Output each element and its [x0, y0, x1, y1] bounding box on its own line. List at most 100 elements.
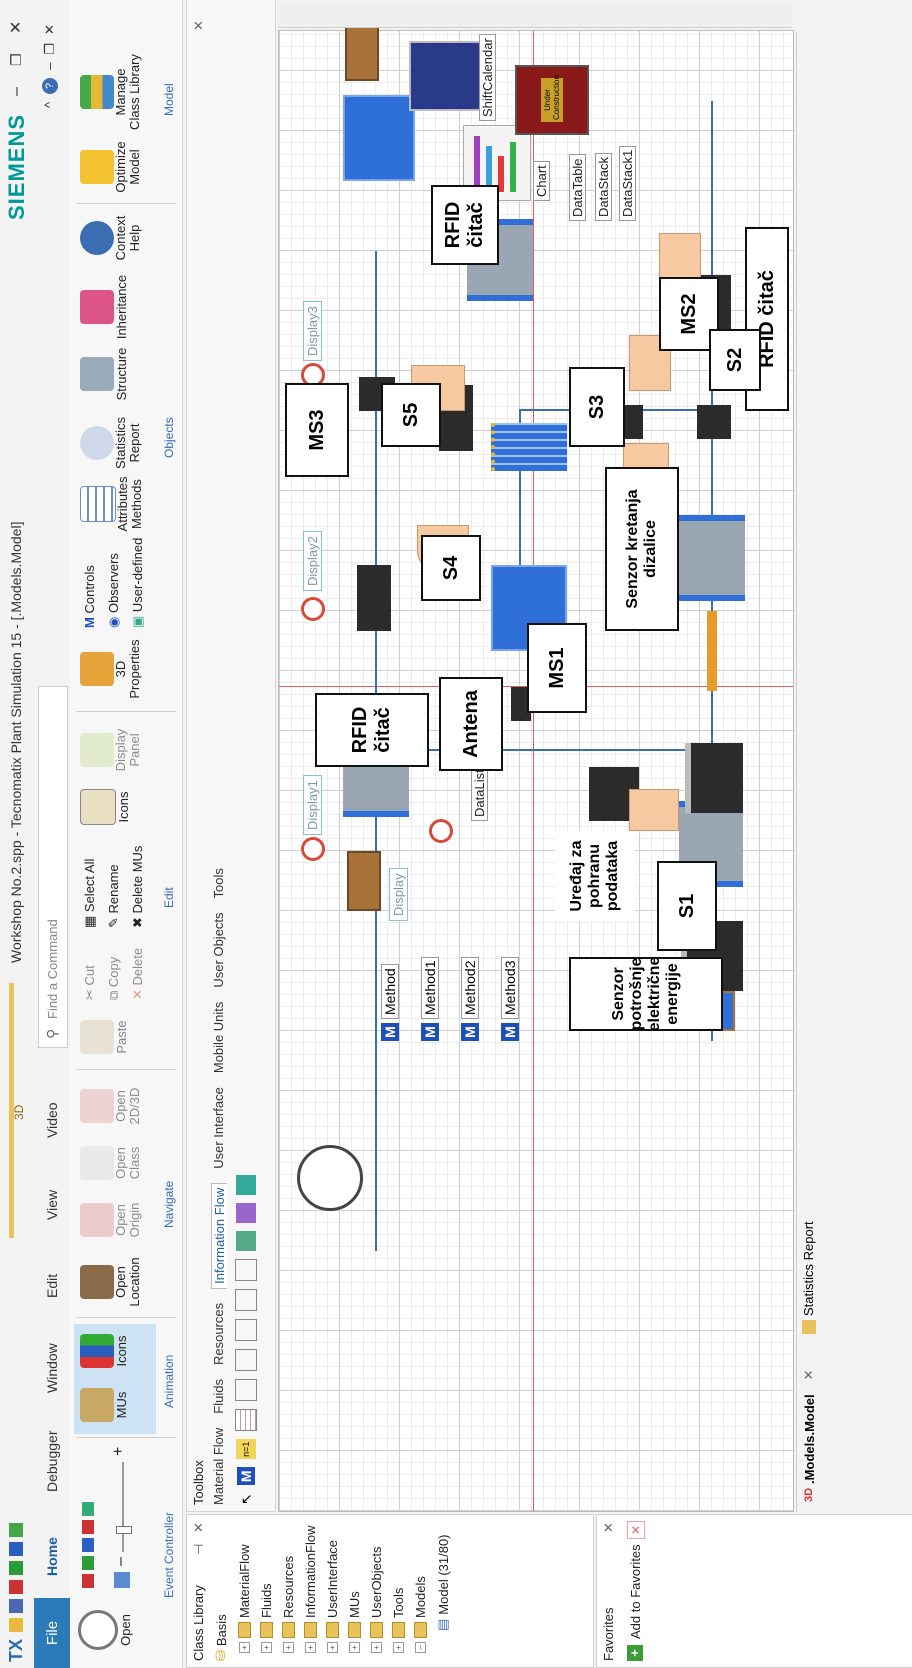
speed-slider[interactable] [122, 1462, 124, 1552]
cut-button[interactable]: ✂ Cut [82, 965, 98, 1000]
reset-icon[interactable] [9, 1580, 23, 1594]
restore-button[interactable]: ❐ [8, 53, 25, 66]
method1-object[interactable]: M Method1 [421, 956, 439, 1041]
class-library-pin-icon[interactable]: ⊣ [191, 1544, 207, 1555]
toolbox-tab-material-flow[interactable]: Material Flow [211, 1428, 227, 1505]
context-help-button[interactable]: Context Help [80, 210, 142, 266]
variable-tool-icon[interactable]: n=1 [236, 1439, 256, 1460]
help-icon[interactable]: ? [42, 77, 58, 94]
open-location-button[interactable]: Open Location [80, 1252, 142, 1312]
display-panel-button[interactable]: Display Panel [80, 722, 142, 778]
toolbox-tab-user-interface[interactable]: User Interface [211, 1087, 227, 1169]
tree-item-fluids[interactable]: + Fluids [259, 1583, 274, 1653]
gantry-object[interactable] [491, 423, 567, 471]
toolbox-tab-tools[interactable]: Tools [211, 868, 227, 898]
rename-button[interactable]: ✎ Rename [106, 864, 122, 928]
close-button[interactable]: ✕ [6, 21, 26, 34]
tree-item-basis[interactable]: ⛁ Basis [213, 1614, 229, 1661]
stop-sim-icon[interactable] [82, 1520, 94, 1534]
queue-tool-icon[interactable] [235, 1349, 257, 1372]
icons-edit-button[interactable]: Icons [80, 782, 131, 832]
method2-object[interactable]: M Method2 [461, 956, 479, 1041]
expand-icon[interactable]: + [393, 1642, 404, 1653]
method3-object[interactable]: M Method3 [501, 956, 519, 1041]
expand-icon[interactable]: + [239, 1642, 250, 1653]
method-object[interactable]: M Method [381, 964, 399, 1041]
favorites-close-button[interactable]: ✕ [601, 1522, 617, 1533]
minimize-button[interactable]: – [8, 87, 26, 96]
speed-minus-button[interactable]: – [112, 1557, 130, 1566]
collapse-ribbon-icon[interactable]: ^ [42, 102, 58, 108]
start-icon[interactable] [9, 1561, 23, 1575]
run-icon[interactable] [9, 1523, 23, 1537]
tree-item-mus[interactable]: + MUs [347, 1591, 362, 1653]
tree-item-informationflow[interactable]: + InformationFlow [303, 1526, 318, 1653]
remove-favorite-icon[interactable]: ✕ [627, 1521, 645, 1539]
toolbox-tab-mobile-units[interactable]: Mobile Units [211, 1002, 227, 1074]
drain-object[interactable] [347, 851, 381, 911]
counter-icon[interactable] [301, 837, 325, 861]
model-canvas[interactable]: M Method M Method1 M Method2 M Method3 Displ… [278, 21, 794, 1512]
open-2d3d-button[interactable]: Open 2D/3D [80, 1078, 142, 1134]
generator-tool-icon[interactable] [235, 1289, 257, 1312]
tree-item-models[interactable]: – Models [413, 1576, 428, 1653]
animation-mus-button[interactable]: MUs [80, 1380, 129, 1430]
fast-sim-icon[interactable] [82, 1538, 94, 1552]
tree-item-tools[interactable]: + Tools [391, 1588, 406, 1653]
buffer-object[interactable] [697, 405, 731, 439]
clock-icon[interactable] [297, 1145, 363, 1211]
open-origin-button[interactable]: Open Origin [80, 1192, 142, 1248]
3d-properties-button[interactable]: 3D Properties [80, 634, 142, 704]
step-icon[interactable] [9, 1542, 23, 1556]
observers-button[interactable]: ◉ Observers [106, 553, 122, 628]
display1-object[interactable]: Display1 [303, 775, 322, 835]
open-event-controller-button[interactable]: Open [78, 1600, 133, 1660]
delete-mus-button[interactable]: ✖ Delete MUs [130, 846, 146, 928]
controls-button[interactable]: M Controls [82, 565, 97, 628]
expand-icon[interactable]: + [371, 1642, 382, 1653]
attributes-methods-button[interactable]: Attributes Methods [80, 474, 144, 534]
toolbox-tab-fluids[interactable]: Fluids [211, 1379, 227, 1414]
blue-station-2-object[interactable] [343, 95, 415, 181]
expand-icon[interactable]: + [327, 1642, 338, 1653]
table-tool-icon[interactable] [235, 1409, 257, 1432]
display-object[interactable]: Display [389, 868, 408, 921]
tab-edit[interactable]: Edit [44, 1274, 60, 1298]
conveyor-2-object[interactable] [685, 743, 743, 813]
s4-conveyor-object[interactable] [357, 565, 391, 631]
expand-icon[interactable]: + [349, 1642, 360, 1653]
tab-close-button[interactable]: ✕ [801, 1369, 817, 1380]
tree-item-materialflow[interactable]: + MaterialFlow [237, 1544, 252, 1653]
new-icon[interactable] [9, 1618, 23, 1632]
toolbox-tab-user-objects[interactable]: User Objects [211, 912, 227, 987]
class-library-close-button[interactable]: ✕ [191, 1522, 207, 1533]
datastack1-object[interactable]: DataStack1 [619, 145, 636, 221]
drain-2-object[interactable] [345, 21, 379, 81]
select-all-button[interactable]: ▦ Select All [82, 859, 98, 928]
datastack-object[interactable]: DataStack [595, 153, 612, 221]
tree-item-resources[interactable]: + Resources [281, 1556, 296, 1653]
toolbox-tab-information-flow[interactable]: Information Flow [211, 1182, 227, 1289]
vertical-scrollbar[interactable] [278, 3, 792, 28]
tab-models-model[interactable]: 3D .Models.Model ✕ [801, 1369, 817, 1502]
save-icon[interactable] [9, 1599, 23, 1613]
copy-button[interactable]: ⧉ Copy [106, 957, 122, 1000]
start-sim-icon[interactable] [82, 1556, 94, 1570]
open-class-button[interactable]: Open Class [80, 1138, 142, 1188]
delete-button[interactable]: ✕ Delete [130, 948, 146, 1000]
station-2-object[interactable] [679, 515, 745, 601]
pointer-icon[interactable]: ↖ [238, 1493, 255, 1505]
display3-object[interactable]: Display3 [303, 301, 322, 361]
add-to-favorites-button[interactable]: + Add to Favorites [627, 1544, 643, 1661]
collapse-icon[interactable]: – [415, 1642, 426, 1653]
tree-item-model[interactable]: ▤ Model (31/80) [435, 1534, 451, 1631]
structure-button[interactable]: Structure [80, 342, 129, 406]
tab-view[interactable]: View [44, 1190, 60, 1220]
tab-debugger[interactable]: Debugger [44, 1431, 60, 1493]
speed-slider-handle[interactable] [116, 1526, 132, 1534]
reset-sim-icon[interactable] [82, 1574, 94, 1588]
doc-close-button[interactable]: ✕ [42, 24, 58, 35]
under-construction-object[interactable]: Under Construction [515, 65, 589, 135]
toolbox-tab-resources[interactable]: Resources [211, 1303, 227, 1365]
file-tool-icon[interactable] [235, 1319, 257, 1342]
